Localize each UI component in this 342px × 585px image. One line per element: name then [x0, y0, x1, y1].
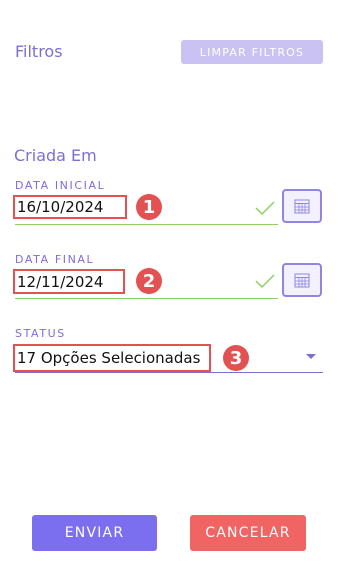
submit-button[interactable]: ENVIAR	[32, 515, 157, 551]
status-select[interactable]: 17 Opções Selecionadas	[13, 344, 211, 372]
valid-check-icon	[255, 274, 275, 289]
annotation-badge-3: 3	[223, 345, 249, 371]
calendar-icon	[294, 199, 310, 214]
section-label-created-at: Criada Em	[14, 146, 97, 165]
clear-filters-button[interactable]: LIMPAR FILTROS	[181, 40, 323, 64]
status-underline	[15, 372, 323, 373]
end-date-input[interactable]: 12/11/2024	[13, 269, 125, 294]
start-date-label: DATA INICIAL	[15, 179, 106, 192]
start-date-calendar-button[interactable]	[282, 189, 322, 223]
end-date-label: DATA FINAL	[15, 253, 95, 266]
end-date-underline	[15, 298, 278, 299]
start-date-underline	[15, 224, 278, 225]
valid-check-icon	[255, 201, 275, 216]
dropdown-arrow-icon[interactable]	[306, 354, 316, 359]
calendar-icon	[294, 273, 310, 288]
start-date-input[interactable]: 16/10/2024	[13, 195, 127, 219]
cancel-button[interactable]: CANCELAR	[190, 515, 306, 551]
annotation-badge-1: 1	[136, 194, 162, 220]
status-label: STATUS	[15, 327, 66, 340]
annotation-badge-2: 2	[136, 268, 162, 294]
page-title: Filtros	[15, 42, 63, 61]
end-date-calendar-button[interactable]	[282, 263, 322, 297]
